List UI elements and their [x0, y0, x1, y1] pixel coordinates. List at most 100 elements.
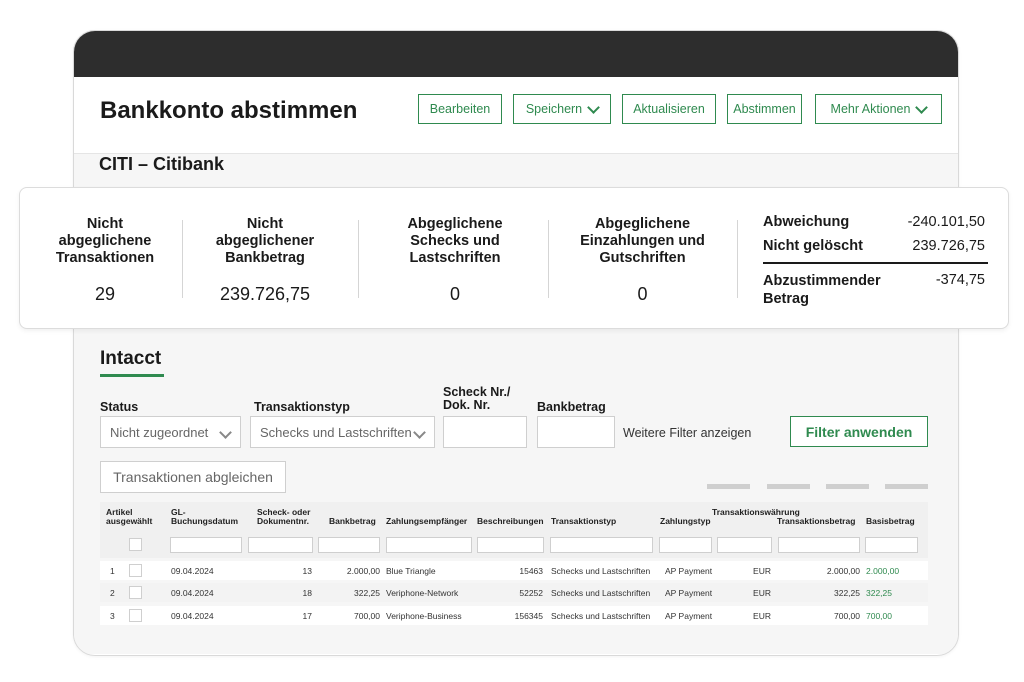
- row-currency: EUR: [753, 588, 771, 598]
- row-desc: 15463: [519, 566, 543, 576]
- section-underline: [100, 374, 164, 377]
- row-payee: Veriphone-Business: [386, 611, 462, 621]
- summary-panel: Nicht abgeglichene Transaktionen 29 Nich…: [19, 187, 1009, 329]
- col-header-currency: Transaktionswährung: [712, 507, 800, 517]
- apply-filter-button[interactable]: Filter anwenden: [790, 416, 928, 447]
- filter-bank-amount[interactable]: [318, 537, 380, 553]
- refresh-button-label: Aktualisieren: [633, 102, 705, 116]
- row-type: Schecks und Lastschriften: [551, 588, 651, 598]
- save-button[interactable]: Speichern: [513, 94, 611, 124]
- row-doc: 18: [302, 588, 312, 598]
- row-base-amount: 322,25: [866, 588, 892, 598]
- account-name: CITI – Citibank: [99, 154, 225, 174]
- more-actions-label: Mehr Aktionen: [830, 102, 911, 116]
- metric-value: 0: [449, 284, 460, 304]
- save-button-label: Speichern: [525, 102, 583, 116]
- col-header-descriptions: Beschreibungen: [477, 516, 544, 526]
- filter-pay-type[interactable]: [659, 537, 712, 553]
- chevron-down-icon: [219, 426, 232, 439]
- more-filters-link[interactable]: Weitere Filter anzeigen: [623, 426, 751, 440]
- col-header-doc-no: Scheck- oder Dokumentnr.: [257, 507, 311, 526]
- check-number-input[interactable]: [443, 416, 527, 448]
- metric-value: 29: [94, 284, 116, 304]
- metric-label: Nicht abgeglichene Transaktionen: [55, 216, 155, 266]
- row-desc: 52252: [519, 588, 543, 598]
- deviation-value: -240.101,50: [907, 214, 985, 230]
- to-reconcile-label: Abzustimmender Betrag: [763, 273, 881, 307]
- refresh-button[interactable]: Aktualisieren: [622, 94, 716, 124]
- filter-payee[interactable]: [386, 537, 472, 553]
- row-txn-amount: 700,00: [834, 611, 860, 621]
- row-paytype: AP Payment: [665, 588, 713, 598]
- match-transactions-label: Transaktionen abgleichen: [113, 469, 273, 485]
- filter-doc-no[interactable]: [248, 537, 313, 553]
- row-base-amount: 700,00: [866, 611, 892, 621]
- row-checkbox[interactable]: [129, 564, 142, 577]
- divider: [358, 220, 359, 298]
- metric-unmatched-bank-amount: Nicht abgeglichener Bankbetrag 239.726,7…: [200, 216, 330, 304]
- filter-txn-type[interactable]: [550, 537, 653, 553]
- col-header-posting-date: GL-Buchungsdatum: [171, 507, 239, 526]
- col-header-txn-type: Transaktionstyp: [551, 516, 617, 526]
- reconcile-button-label: Abstimmen: [733, 102, 796, 116]
- row-type: Schecks und Lastschriften: [551, 566, 651, 576]
- metric-value: 239.726,75: [219, 284, 311, 304]
- bank-amount-input[interactable]: [537, 416, 615, 448]
- row-number: 1: [110, 566, 115, 576]
- metric-label: Abgeglichene Schecks und Lastschriften: [407, 216, 503, 266]
- divider: [182, 220, 183, 298]
- row-number: 3: [110, 611, 115, 621]
- row-currency: EUR: [753, 566, 771, 576]
- balance-divider: [763, 262, 988, 264]
- col-header-selected: Artikel ausgewählt: [106, 507, 153, 526]
- row-date: 09.04.2024: [171, 566, 214, 576]
- row-amount: 322,25: [354, 588, 380, 598]
- select-all-checkbox[interactable]: [129, 538, 142, 551]
- type-filter-label: Transaktionstyp: [254, 400, 350, 414]
- row-checkbox[interactable]: [129, 609, 142, 622]
- edit-button-label: Bearbeiten: [429, 102, 491, 116]
- window-top-bar: [74, 31, 958, 77]
- row-paytype: AP Payment: [665, 566, 713, 576]
- row-number: 2: [110, 588, 115, 598]
- row-base-amount: 2.000,00: [866, 566, 900, 576]
- col-header-txn-amount: Transaktionsbetrag: [777, 516, 856, 526]
- row-amount: 2.000,00: [346, 566, 380, 576]
- filter-posting-date[interactable]: [170, 537, 242, 553]
- col-header-payee: Zahlungsempfänger: [386, 516, 468, 526]
- metric-label: Abgeglichene Einzahlungen und Gutschrift…: [580, 216, 705, 266]
- row-paytype: AP Payment: [665, 611, 713, 621]
- chevron-down-icon: [915, 100, 929, 114]
- row-doc: 17: [302, 611, 312, 621]
- col-header-base-amount: Basisbetrag: [866, 516, 915, 526]
- chevron-down-icon: [587, 100, 601, 114]
- divider: [548, 220, 549, 298]
- chevron-down-icon: [413, 426, 426, 439]
- to-reconcile-value: -374,75: [935, 272, 985, 288]
- metric-matched-checks: Abgeglichene Schecks und Lastschriften 0: [380, 216, 530, 304]
- apply-filter-label: Filter anwenden: [805, 423, 913, 440]
- row-payee: Blue Triangle: [386, 566, 436, 576]
- metric-unmatched-transactions: Nicht abgeglichene Transaktionen 29: [40, 216, 170, 304]
- metric-matched-deposits: Abgeglichene Einzahlungen und Gutschrift…: [565, 216, 720, 304]
- edit-button[interactable]: Bearbeiten: [418, 94, 502, 124]
- row-type: Schecks und Lastschriften: [551, 611, 651, 621]
- filter-descriptions[interactable]: [477, 537, 544, 553]
- row-txn-amount: 322,25: [834, 588, 860, 598]
- placeholder-bar: [826, 484, 869, 489]
- status-filter-label: Status: [100, 400, 139, 414]
- status-select[interactable]: Nicht zugeordnet: [100, 416, 241, 448]
- row-checkbox[interactable]: [129, 586, 142, 599]
- reconcile-button[interactable]: Abstimmen: [727, 94, 802, 124]
- row-doc: 13: [302, 566, 312, 576]
- more-actions-button[interactable]: Mehr Aktionen: [815, 94, 942, 124]
- filter-currency[interactable]: [717, 537, 772, 553]
- metric-label: Nicht abgeglichener Bankbetrag: [215, 216, 315, 266]
- section-title: Intacct: [100, 348, 162, 369]
- deviation-label: Abweichung: [763, 214, 850, 230]
- filter-base-amount[interactable]: [865, 537, 918, 553]
- status-select-value: Nicht zugeordnet: [110, 424, 209, 440]
- type-select[interactable]: Schecks und Lastschriften: [250, 416, 435, 448]
- match-transactions-button[interactable]: Transaktionen abgleichen: [100, 461, 286, 493]
- filter-txn-amount[interactable]: [778, 537, 860, 553]
